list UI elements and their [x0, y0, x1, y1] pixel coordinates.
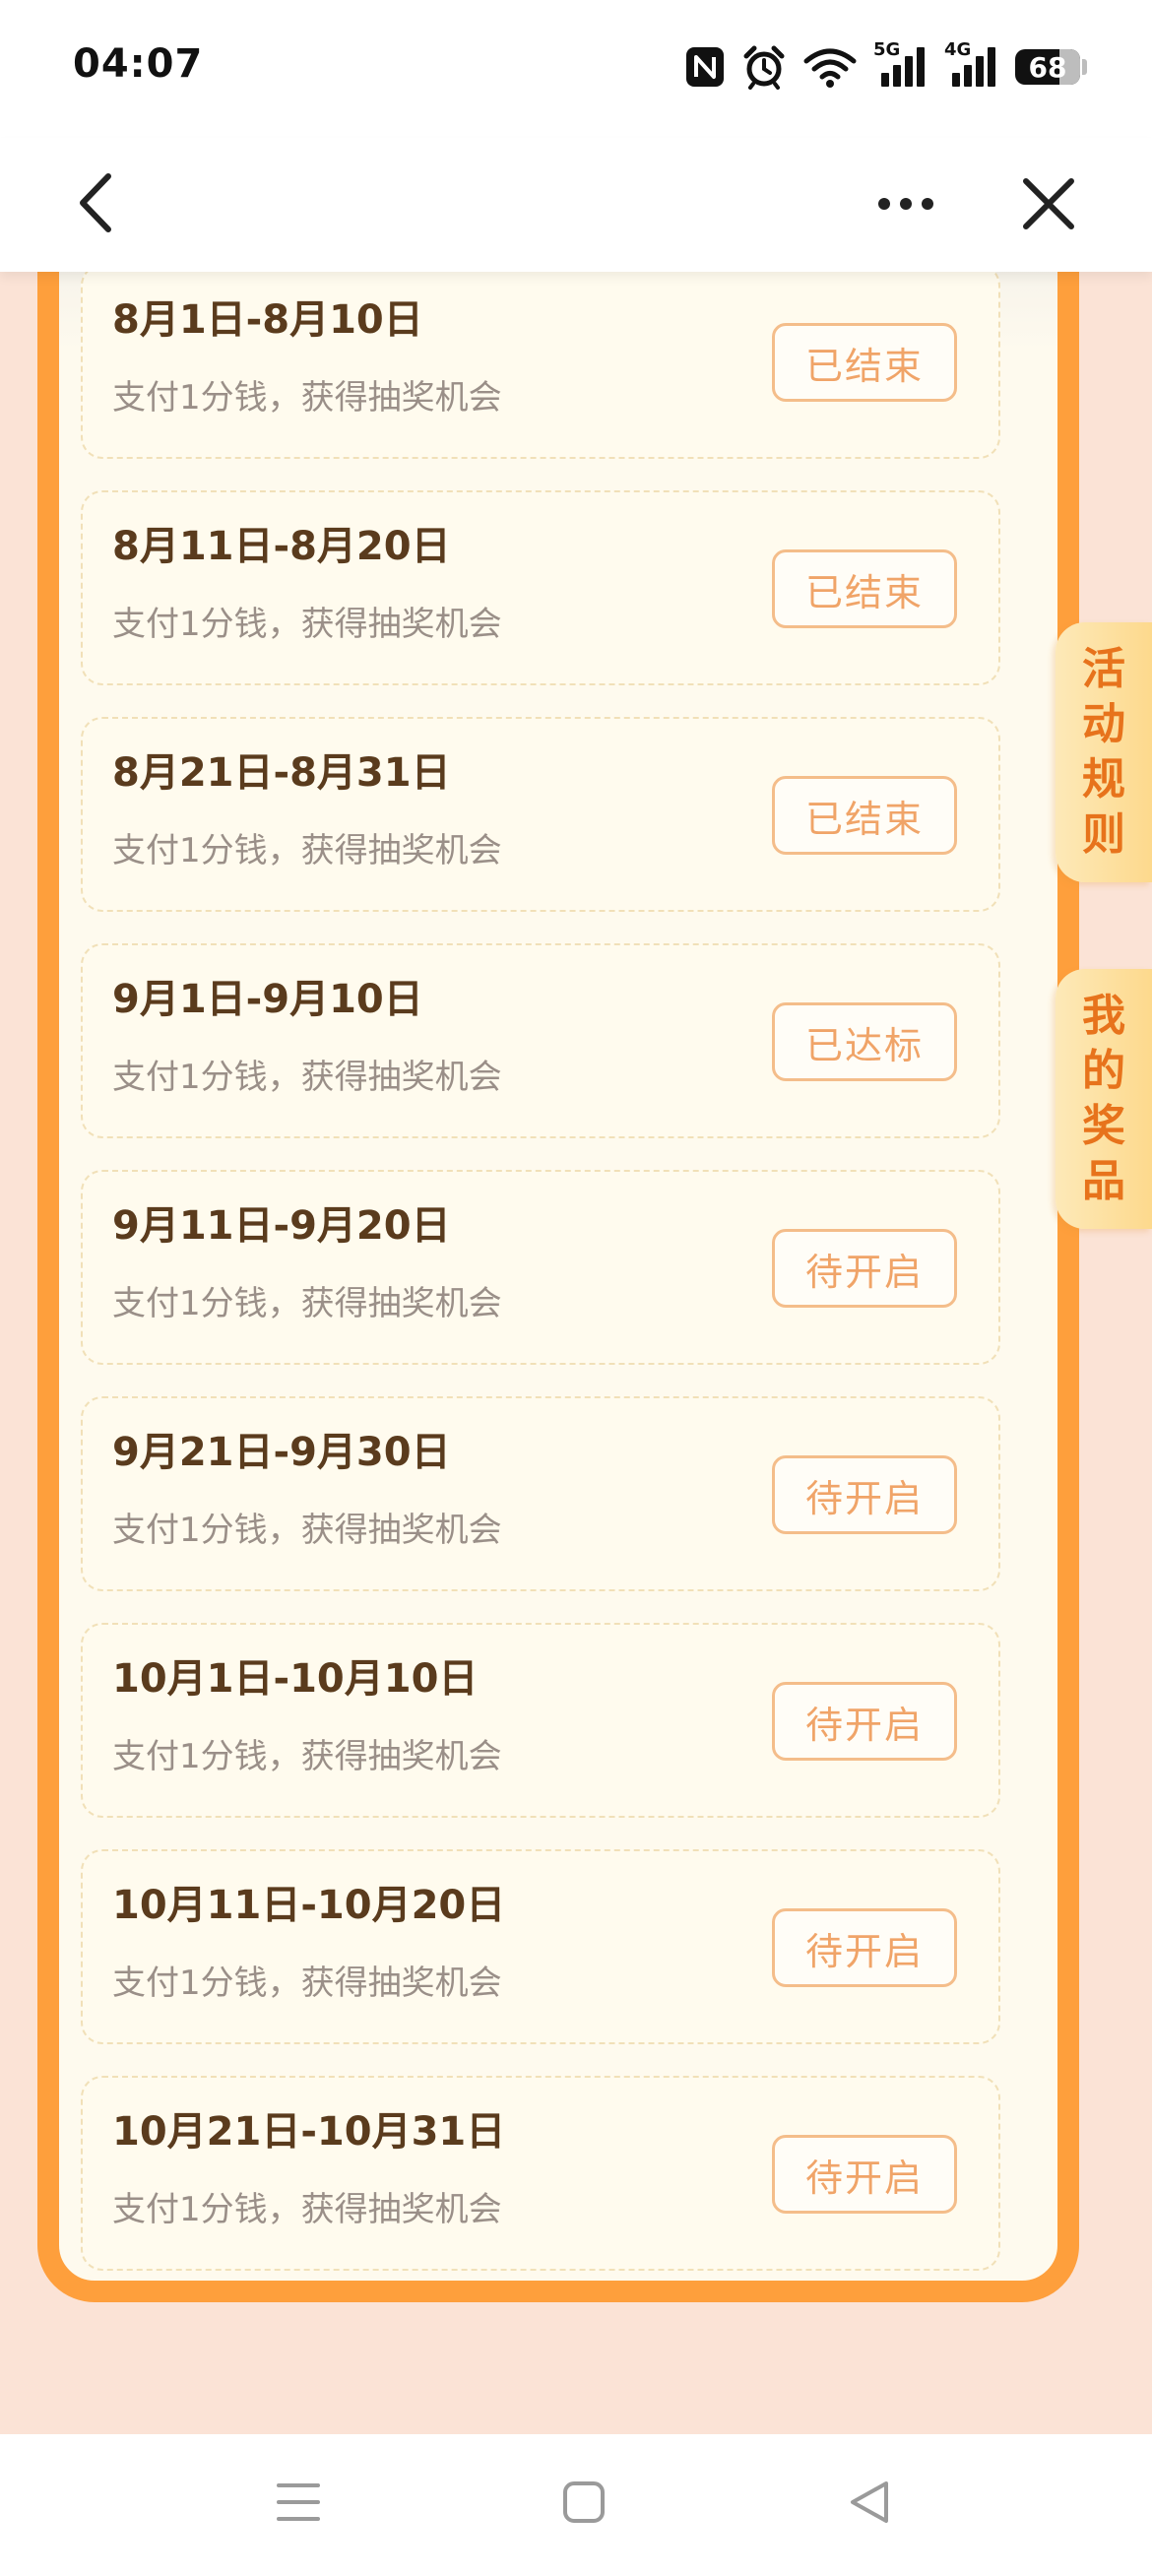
back-button[interactable] — [65, 167, 128, 242]
battery-level-text: 68 — [1028, 50, 1067, 84]
back-icon — [77, 172, 116, 237]
period-card[interactable]: 10月21日-10月31日支付1分钱，获得抽奖机会 待开启 — [81, 2076, 1000, 2271]
status-time: 04:07 — [73, 41, 204, 87]
net-5g-label: 5G — [873, 39, 901, 60]
period-status-button[interactable]: 已结束 — [772, 323, 957, 402]
period-title: 8月11日-8月20日 — [112, 524, 451, 569]
home-icon — [562, 2480, 606, 2528]
period-description: 支付1分钱，获得抽奖机会 — [112, 1284, 502, 1323]
nfc-icon — [684, 45, 726, 89]
period-status-button[interactable]: 待开启 — [772, 1682, 957, 1761]
my-prizes-tab[interactable]: 我的奖品 — [1056, 969, 1152, 1229]
period-status-button[interactable]: 已结束 — [772, 776, 957, 855]
signal-5g-icon: 5G — [873, 39, 928, 89]
more-icon — [876, 196, 935, 215]
period-status-button[interactable]: 已达标 — [772, 1002, 957, 1081]
close-icon — [1022, 177, 1075, 234]
activity-rules-label: 活动规则 — [1082, 644, 1125, 860]
nav-bar — [0, 138, 1152, 272]
period-card[interactable]: 9月11日-9月20日支付1分钱，获得抽奖机会 待开启 — [81, 1170, 1000, 1365]
period-title: 8月1日-8月10日 — [112, 297, 423, 343]
net-4g-label: 4G — [944, 39, 972, 60]
back-triangle-icon — [847, 2479, 892, 2529]
period-card[interactable]: 9月1日-9月10日支付1分钱，获得抽奖机会 已达标 — [81, 943, 1000, 1138]
period-title: 9月21日-9月30日 — [112, 1430, 451, 1475]
status-icons: 5G 4G 68 — [684, 39, 1087, 91]
wifi-icon — [802, 45, 858, 89]
period-title: 10月1日-10月10日 — [112, 1656, 479, 1702]
period-description: 支付1分钱，获得抽奖机会 — [112, 1964, 502, 2003]
menu-button[interactable] — [264, 2470, 333, 2539]
status-bar: 04:07 5G 4G 68 — [0, 0, 1152, 138]
activity-rules-tab[interactable]: 活动规则 — [1056, 622, 1152, 882]
period-description: 支付1分钱，获得抽奖机会 — [112, 378, 502, 418]
more-button[interactable] — [866, 177, 945, 232]
period-description: 支付1分钱，获得抽奖机会 — [112, 1737, 502, 1776]
alarm-icon — [741, 44, 787, 90]
system-nav-bar — [0, 2434, 1152, 2576]
menu-icon — [276, 2481, 321, 2527]
period-card[interactable]: 8月1日-8月10日支付1分钱，获得抽奖机会 已结束 — [81, 272, 1000, 459]
period-title: 8月21日-8月31日 — [112, 750, 451, 796]
period-status-button[interactable]: 待开启 — [772, 1455, 957, 1534]
period-status-button[interactable]: 待开启 — [772, 2135, 957, 2214]
activity-content[interactable]: 8月1日-8月10日 支付1分钱，获得抽奖机会 已结束 8月11日-8月20日 支付1分… — [0, 272, 1152, 2434]
period-description: 支付1分钱，获得抽奖机会 — [112, 605, 502, 644]
period-status-button[interactable]: 待开启 — [772, 1908, 957, 1987]
period-status-button[interactable]: 待开启 — [772, 1229, 957, 1308]
home-button[interactable] — [549, 2470, 618, 2539]
period-card[interactable]: 9月21日-9月30日支付1分钱，获得抽奖机会 待开启 — [81, 1396, 1000, 1591]
my-prizes-label: 我的奖品 — [1082, 991, 1125, 1206]
period-card[interactable]: 8月11日-8月20日支付1分钱，获得抽奖机会 已结束 — [81, 490, 1000, 685]
period-title: 9月11日-9月20日 — [112, 1203, 451, 1249]
signal-4g-icon: 4G — [944, 39, 999, 89]
period-description: 支付1分钱，获得抽奖机会 — [112, 1058, 502, 1097]
battery-icon: 68 — [1015, 49, 1087, 85]
period-status-button[interactable]: 已结束 — [772, 549, 957, 628]
period-card[interactable]: 10月11日-10月20日支付1分钱，获得抽奖机会 待开启 — [81, 1849, 1000, 2044]
period-title: 9月1日-9月10日 — [112, 977, 423, 1022]
period-title: 10月21日-10月31日 — [112, 2109, 506, 2155]
period-description: 支付1分钱，获得抽奖机会 — [112, 1511, 502, 1550]
period-card[interactable]: 10月1日-10月10日支付1分钱，获得抽奖机会 待开启 — [81, 1623, 1000, 1818]
period-title: 10月11日-10月20日 — [112, 1883, 506, 1928]
period-description: 支付1分钱，获得抽奖机会 — [112, 831, 502, 870]
close-button[interactable] — [1014, 171, 1083, 240]
battery-body: 68 — [1015, 49, 1080, 85]
period-card[interactable]: 8月21日-8月31日支付1分钱，获得抽奖机会 已结束 — [81, 717, 1000, 912]
system-back-button[interactable] — [835, 2470, 904, 2539]
period-description: 支付1分钱，获得抽奖机会 — [112, 2190, 502, 2229]
